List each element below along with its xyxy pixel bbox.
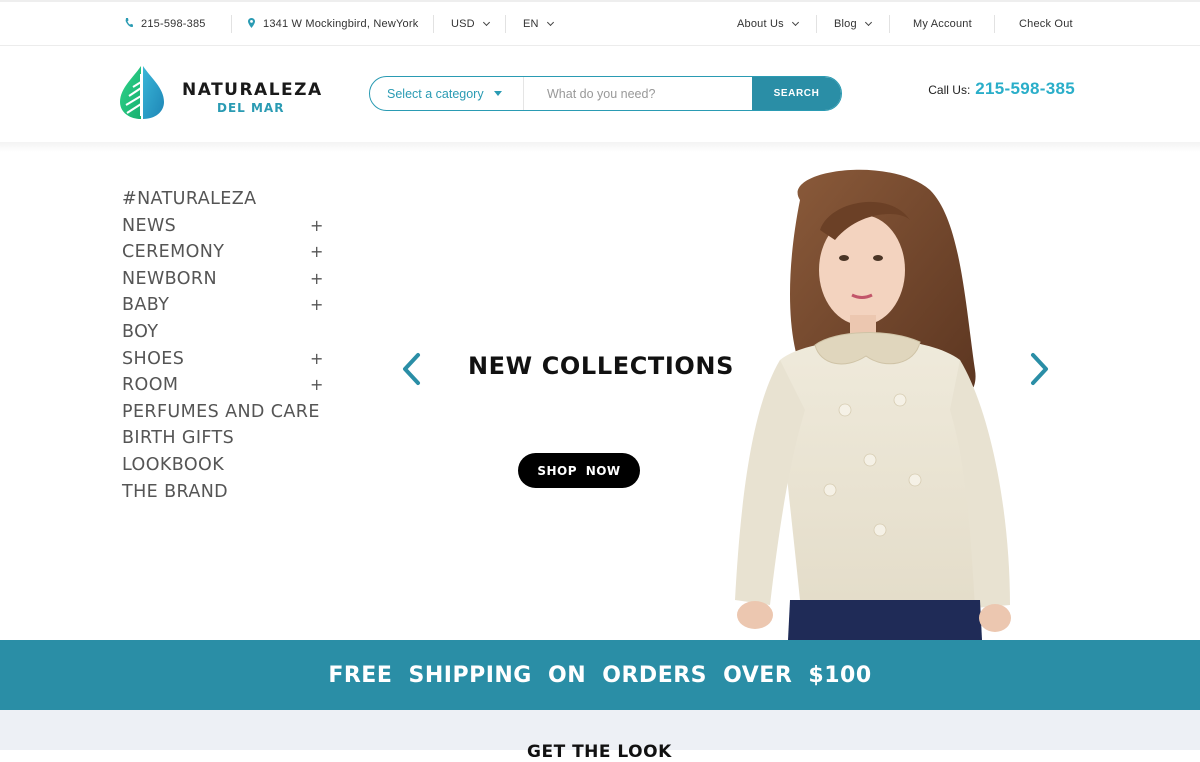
divider [816,15,817,33]
menu-item-label: NEWBORN [122,268,217,289]
menu-item-label: BABY [122,295,170,316]
menu-item-label: CEREMONY [122,242,225,263]
menu-item[interactable]: SHOES + [122,346,332,373]
hero-slider: #NATURALEZA NEWS + CEREMONY + NEWBORN + BABY + BO… [0,142,1200,640]
menu-item-label: THE BRAND [122,481,229,502]
chevron-down-icon [864,18,872,27]
chevron-down-icon [791,18,799,27]
divider [505,15,506,33]
nav-checkout-label: Check Out [1019,18,1073,30]
category-menu: #NATURALEZA NEWS + CEREMONY + NEWBORN + BABY + BO… [122,186,332,505]
nav-blog[interactable]: Blog [834,2,872,46]
expand-plus-icon[interactable]: + [310,292,324,318]
call-us: Call Us: 215-598-385 [928,79,1075,99]
menu-item[interactable]: ROOM + [122,372,332,399]
free-shipping-banner: FREE SHIPPING ON ORDERS OVER $100 [0,640,1200,710]
expand-plus-icon[interactable]: + [310,266,324,292]
menu-item-label: PERFUMES AND CARE [122,401,320,422]
nav-check-out[interactable]: Check Out [1019,2,1073,46]
menu-item-label: BIRTH GIFTS [122,428,235,449]
search-input[interactable] [524,77,752,110]
leaf-drop-icon [120,66,164,119]
chevron-down-icon [482,18,490,27]
site-header: NATURALEZA DEL MAR Select a category SEA… [0,46,1200,142]
expand-plus-icon[interactable]: + [310,372,324,398]
divider [433,15,434,33]
nav-my-account[interactable]: My Account [913,2,972,46]
free-shipping-text: FREE SHIPPING ON ORDERS OVER $100 [328,662,872,688]
menu-item[interactable]: PERFUMES AND CARE [122,399,332,426]
search-bar: Select a category SEARCH [369,76,842,111]
top-bar: 215-598-385 1341 W Mockingbird, NewYork … [0,0,1200,46]
phone-text: 215-598-385 [141,18,206,30]
category-label: Select a category [387,86,484,101]
menu-item-label: BOY [122,321,159,342]
divider [994,15,995,33]
caret-down-icon [493,91,502,96]
next-slide-arrow-icon[interactable] [1029,352,1051,386]
menu-item[interactable]: LOOKBOOK [122,452,332,479]
language-label: EN [523,18,539,30]
expand-plus-icon[interactable]: + [310,346,324,372]
site-logo[interactable]: NATURALEZA DEL MAR [119,64,321,122]
menu-item-label: #NATURALEZA [122,189,257,209]
address: 1341 W Mockingbird, NewYork [248,2,418,46]
menu-item[interactable]: NEWBORN + [122,266,332,293]
chevron-down-icon [546,18,554,27]
phone-icon [125,17,133,31]
nav-blog-label: Blog [834,18,857,30]
section-title: GET THE LOOK [527,742,672,762]
category-select[interactable]: Select a category [370,77,524,110]
call-us-label: Call Us: [928,83,971,97]
currency-select[interactable]: USD [451,2,490,46]
menu-item[interactable]: THE BRAND [122,479,332,506]
shop-now-button[interactable]: SHOP NOW [518,453,640,488]
call-us-number[interactable]: 215-598-385 [975,79,1075,99]
location-pin-icon [248,17,255,31]
phone-contact[interactable]: 215-598-385 [125,2,206,46]
divider [889,15,890,33]
expand-plus-icon[interactable]: + [310,239,324,265]
language-select[interactable]: EN [523,2,554,46]
prev-slide-arrow-icon[interactable] [400,352,422,386]
menu-item[interactable]: NEWS + [122,213,332,240]
menu-item[interactable]: BOY [122,319,332,346]
hero-model-image [735,169,1011,640]
menu-item[interactable]: CEREMONY + [122,239,332,266]
address-text: 1341 W Mockingbird, NewYork [263,18,419,30]
logo-subtitle: DEL MAR [217,101,285,115]
search-button[interactable]: SEARCH [752,77,841,110]
nav-about-label: About Us [737,18,784,30]
get-the-look-section: GET THE LOOK [0,710,1200,762]
nav-account-label: My Account [913,18,972,30]
currency-label: USD [451,18,475,30]
expand-plus-icon[interactable]: + [310,213,324,239]
menu-item-label: NEWS [122,215,177,236]
menu-item[interactable]: BABY + [122,292,332,319]
menu-item-label: LOOKBOOK [122,454,225,475]
menu-item-label: ROOM [122,375,179,396]
logo-name: NATURALEZA [182,80,323,100]
menu-item-label: SHOES [122,348,185,369]
menu-item[interactable]: #NATURALEZA [122,186,332,213]
divider [231,15,232,33]
hero-title: NEW COLLECTIONS [468,352,734,380]
menu-item[interactable]: BIRTH GIFTS [122,425,332,452]
nav-about-us[interactable]: About Us [737,2,799,46]
